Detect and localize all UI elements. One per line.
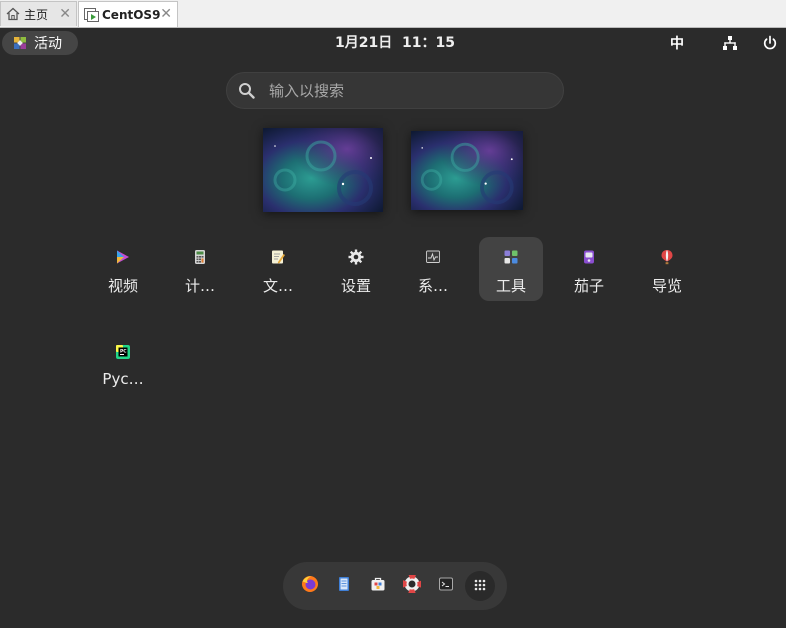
tab-centos9[interactable]: CentOS9 ✕	[78, 1, 178, 27]
tab-centos9-label: CentOS9	[102, 7, 161, 22]
cheese-camera-icon	[581, 249, 597, 265]
software-icon	[370, 576, 386, 596]
app-label: Pyc…	[102, 370, 144, 388]
app-label: 导览	[651, 277, 682, 295]
vm-icon	[83, 7, 99, 23]
dash-show-apps[interactable]	[465, 571, 495, 601]
search-input[interactable]	[267, 80, 541, 101]
calculator-icon	[192, 249, 208, 265]
activities-label: 活动	[34, 36, 62, 52]
dash	[283, 562, 507, 610]
app-label: 茄子	[573, 277, 604, 295]
svg-text:PC: PC	[120, 348, 127, 354]
app-tour[interactable]: 导览	[635, 237, 699, 301]
clock-time[interactable]: 11：15	[402, 35, 455, 51]
dash-terminal[interactable]	[431, 571, 461, 601]
dash-software[interactable]	[363, 571, 393, 601]
home-icon	[5, 6, 21, 22]
app-cheese[interactable]: 茄子	[557, 237, 621, 301]
terminal-icon	[438, 576, 454, 596]
app-text-editor[interactable]: 文…	[246, 237, 310, 301]
app-video[interactable]: 视频	[91, 237, 155, 301]
app-label: 计…	[184, 277, 215, 295]
system-monitor-icon	[425, 249, 441, 265]
app-utilities-folder[interactable]: 工具	[479, 237, 543, 301]
app-label: 视频	[107, 277, 138, 295]
app-label: 设置	[340, 277, 371, 295]
app-settings[interactable]: 设置	[324, 237, 388, 301]
video-icon	[115, 249, 131, 265]
tab-home[interactable]: 主页 ✕	[0, 1, 77, 26]
dash-help[interactable]	[397, 571, 427, 601]
workspace-thumbnail-1[interactable]	[263, 128, 383, 212]
app-system-monitor[interactable]: 系…	[401, 237, 465, 301]
help-icon	[402, 574, 422, 597]
search-icon	[237, 81, 257, 101]
show-apps-grid-icon	[473, 577, 487, 596]
network-icon[interactable]	[720, 33, 740, 53]
app-calculator[interactable]: 计…	[168, 237, 232, 301]
app-label: 系…	[417, 277, 448, 295]
files-icon	[336, 576, 352, 596]
vm-tab-bar: 主页 ✕ CentOS9 ✕	[0, 0, 786, 28]
gnome-top-bar: 活动 1月21日 11：15 中	[0, 28, 786, 58]
firefox-icon	[301, 575, 319, 597]
tab-centos9-close-icon[interactable]: ✕	[160, 6, 172, 22]
clock-date[interactable]: 1月21日	[335, 35, 392, 51]
workspace-thumbnail-2[interactable]	[411, 131, 523, 210]
power-icon[interactable]	[760, 33, 780, 53]
tab-home-label: 主页	[24, 7, 49, 22]
input-method-indicator[interactable]: 中	[666, 33, 688, 53]
utilities-folder-icon	[503, 249, 519, 265]
activities-button[interactable]: 活动	[2, 31, 78, 55]
search-bar[interactable]	[226, 72, 564, 109]
tab-home-close-icon[interactable]: ✕	[59, 6, 71, 22]
app-label: 工具	[495, 277, 526, 295]
app-label: 文…	[262, 277, 293, 295]
text-editor-icon	[270, 249, 286, 265]
tour-balloon-icon	[659, 249, 675, 265]
settings-gear-icon	[348, 249, 364, 265]
dash-files[interactable]	[329, 571, 359, 601]
pycharm-icon: PC	[115, 344, 131, 360]
dash-firefox[interactable]	[295, 571, 325, 601]
app-pycharm[interactable]: PC Pyc…	[91, 332, 155, 396]
centos-logo-icon	[12, 35, 28, 51]
